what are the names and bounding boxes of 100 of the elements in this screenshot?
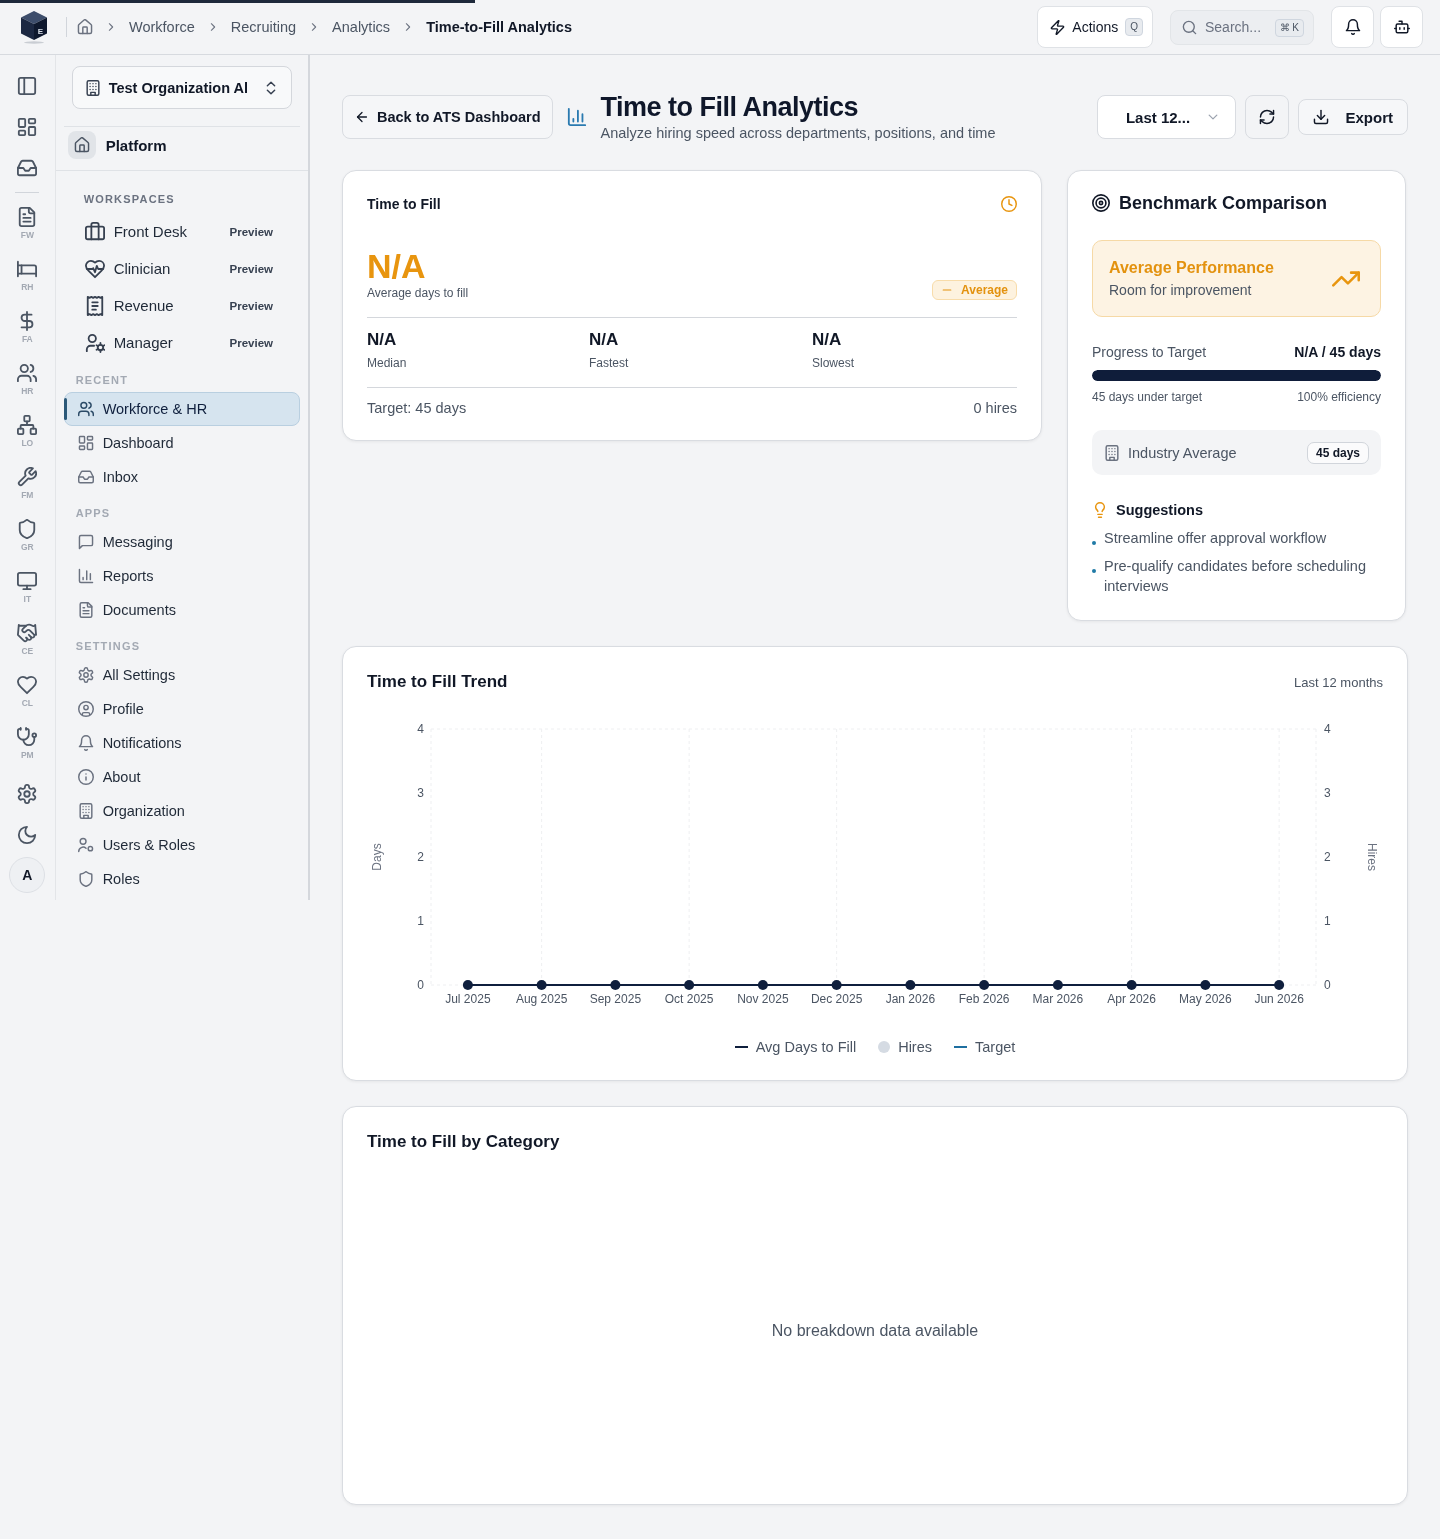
sidebar-item[interactable]: Messaging (63, 525, 300, 559)
stat-label: Fastest (589, 355, 630, 371)
suggestions-heading: Suggestions (1116, 501, 1203, 520)
workspace-item[interactable]: Clinician Preview (63, 250, 300, 287)
building-icon (1104, 444, 1120, 461)
home-icon[interactable] (77, 19, 93, 35)
sidebar-item[interactable]: Users & Roles (63, 828, 300, 862)
document-icon (17, 207, 38, 227)
axis-title: Hires (1365, 843, 1379, 871)
preview-label: Preview (229, 262, 273, 275)
axis-tick-label: 1 (1324, 914, 1331, 928)
document-icon (77, 602, 94, 618)
progress-note: 45 days under target (1092, 389, 1203, 405)
user-avatar[interactable]: A (9, 857, 46, 893)
axis-tick-label: Aug 2025 (515, 992, 568, 1006)
legend-label: Avg Days to Fill (755, 1039, 857, 1055)
data-point (1126, 980, 1137, 990)
axis-tick-label: Nov 2025 (737, 992, 789, 1006)
axis-tick-label: Mar 2026 (1032, 992, 1084, 1006)
network-icon (17, 415, 38, 435)
organization-switcher[interactable]: Test Organization Al (71, 66, 292, 109)
bell-icon (1344, 19, 1361, 35)
sidebar-item[interactable]: Notifications (63, 726, 300, 760)
period-dropdown[interactable]: Last 12... (1097, 95, 1237, 139)
axis-title: Days (370, 843, 384, 871)
page-title: Time to Fill Analytics (600, 91, 860, 124)
data-point (536, 980, 547, 990)
sidebar-item[interactable]: Dashboard (63, 426, 300, 460)
data-point (610, 980, 621, 990)
card-title: Time to Fill (367, 196, 441, 212)
assistant-button[interactable] (1380, 6, 1423, 48)
sidebar-item[interactable]: Inbox (63, 460, 300, 494)
settings-icon (17, 783, 38, 804)
search-icon (1182, 19, 1197, 35)
notifications-button[interactable] (1331, 6, 1374, 48)
axis-tick-label: Jan 2026 (885, 992, 936, 1006)
axis-tick-label: 0 (1324, 978, 1331, 992)
stethoscope-icon (17, 727, 38, 747)
data-point (979, 980, 990, 990)
axis-tick-label: 2 (417, 850, 424, 864)
info-icon (77, 769, 94, 785)
panel-icon (17, 75, 38, 96)
sidebar-item[interactable]: Profile (63, 692, 300, 726)
section-heading: SETTINGS (74, 640, 142, 652)
user-gear-icon (77, 837, 94, 853)
sidebar-item[interactable]: About (63, 760, 300, 794)
briefcase-icon (84, 221, 105, 242)
inbox-icon (77, 469, 94, 485)
refresh-icon (1259, 109, 1276, 125)
breadcrumb-link[interactable]: Workforce (129, 19, 195, 35)
preview-label: Preview (229, 336, 273, 349)
user-circle-icon (77, 701, 94, 717)
workspace-item[interactable]: Manager Preview (63, 324, 300, 361)
breadcrumb-current: Time-to-Fill Analytics (426, 19, 572, 35)
sidebar-item[interactable]: Roles (63, 862, 300, 896)
hires-count: 0 hires (973, 399, 1017, 418)
users-icon (77, 401, 94, 417)
data-point (1200, 980, 1211, 990)
workspace-item[interactable]: Front Desk Preview (63, 213, 300, 250)
building-icon (77, 803, 94, 819)
bar-chart-icon (566, 107, 587, 127)
workspace-item[interactable]: Revenue Preview (63, 287, 300, 324)
axis-tick-label: May 2026 (1179, 992, 1232, 1006)
sidebar-item[interactable]: Workforce & HR (63, 392, 300, 426)
refresh-button[interactable] (1245, 95, 1290, 139)
home-icon (67, 131, 96, 159)
axis-tick-label: 1 (417, 914, 424, 928)
section-heading: RECENT (74, 374, 130, 386)
card-title: Time to Fill by Category (367, 1132, 560, 1152)
period-label: Last 12 months (1294, 674, 1383, 690)
performance-subtitle: Room for improvement (1109, 280, 1253, 300)
wrench-icon (17, 467, 38, 487)
sidebar-item[interactable]: Organization (63, 794, 300, 828)
heart-icon (17, 675, 38, 695)
robot-icon (1393, 19, 1410, 35)
dashboard-icon (77, 435, 94, 451)
actions-button[interactable]: Actions Q (1037, 6, 1153, 48)
breadcrumb-link[interactable]: Recruiting (230, 19, 297, 35)
data-point (831, 980, 842, 990)
sidebar-item[interactable]: Reports (63, 559, 300, 593)
legend-label: Hires (898, 1039, 932, 1055)
axis-tick-label: Oct 2025 (664, 992, 714, 1006)
axis-tick-label: Feb 2026 (958, 992, 1010, 1006)
platform-label: Platform (105, 136, 167, 154)
bell-icon (77, 735, 94, 751)
breadcrumb-link[interactable]: Analytics (332, 19, 391, 35)
efficiency-note: 100% efficiency (1297, 389, 1381, 405)
sidebar-item[interactable]: Documents (63, 593, 300, 627)
receipt-icon (84, 295, 105, 316)
progress-label: Progress to Target (1092, 344, 1207, 360)
back-button[interactable]: Back to ATS Dashboard (342, 95, 553, 139)
preview-label: Preview (229, 299, 273, 312)
axis-tick-label: Jun 2026 (1254, 992, 1304, 1006)
sidebar-item[interactable]: All Settings (63, 658, 300, 692)
export-button[interactable]: Export (1298, 99, 1408, 135)
bed-icon (17, 259, 38, 279)
metric-value: N/A (367, 247, 427, 285)
app-logo[interactable]: E (20, 10, 48, 44)
data-point (684, 980, 695, 990)
axis-tick-label: Apr 2026 (1107, 992, 1156, 1006)
